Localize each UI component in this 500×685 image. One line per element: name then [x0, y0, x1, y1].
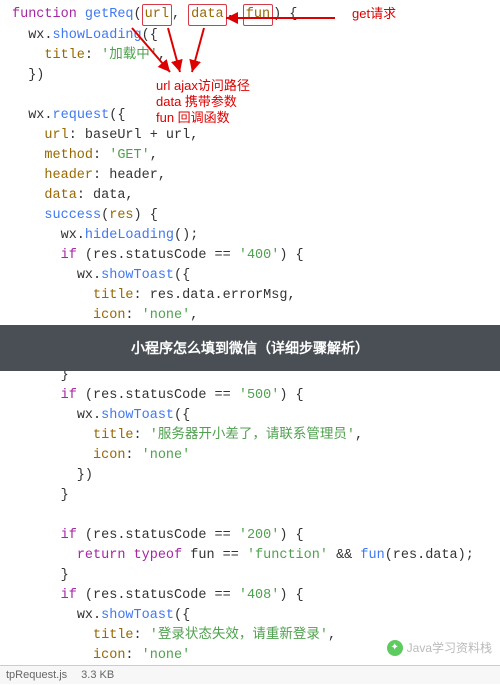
param-data: data [188, 4, 226, 26]
watermark-text: Java学习资料栈 [407, 638, 492, 658]
keyword-function: function [12, 7, 77, 22]
param-fun: fun [243, 4, 273, 26]
function-name: getReq [85, 7, 134, 22]
banner-title: 小程序怎么填到微信（详细步骤解析） [131, 338, 369, 358]
overlay-banner: 小程序怎么填到微信（详细步骤解析） [0, 325, 500, 371]
watermark: ✦ Java学习资料栈 [387, 638, 492, 658]
status-filename: tpRequest.js [6, 665, 67, 685]
wechat-icon: ✦ [387, 640, 403, 656]
status-filesize: 3.3 KB [81, 665, 114, 685]
status-bar: tpRequest.js 3.3 KB [0, 665, 500, 684]
param-url: url [142, 4, 172, 26]
